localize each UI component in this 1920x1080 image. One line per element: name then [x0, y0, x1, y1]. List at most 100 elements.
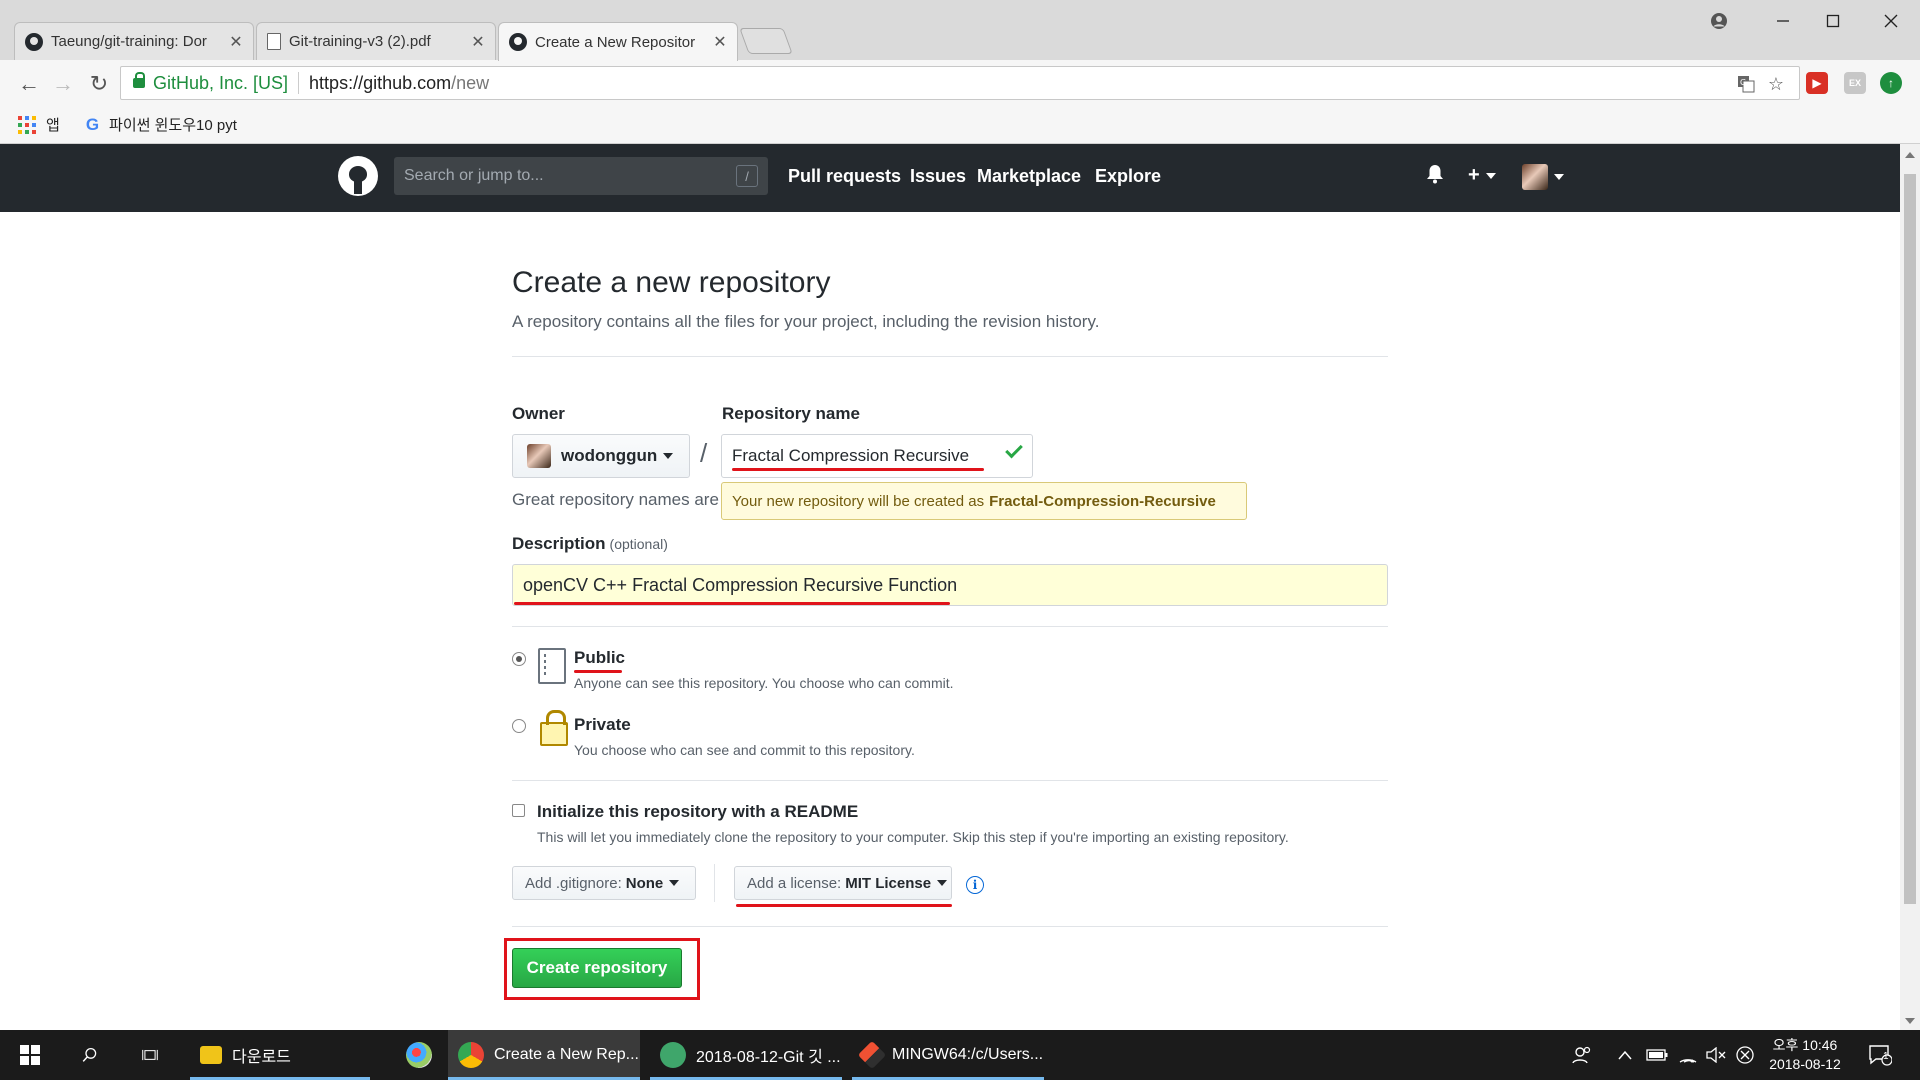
owner-label: Owner [512, 404, 565, 423]
nav-explore[interactable]: Explore [1095, 166, 1161, 187]
lock-icon [540, 710, 568, 746]
license-label: Add a license: [747, 874, 842, 892]
create-repository-button[interactable]: Create repository [512, 948, 682, 988]
bookmark-item[interactable]: 파이썬 윈도우10 pyt [109, 114, 237, 135]
tab-create-repository[interactable]: Create a New Repositor ✕ [498, 22, 738, 61]
init-readme-label[interactable]: Initialize this repository with a README [537, 802, 858, 822]
tab-git-training[interactable]: Taeung/git-training: Dor ✕ [14, 22, 254, 60]
description-input[interactable]: openCV C++ Fractal Compression Recursive… [512, 564, 1388, 606]
maximize-icon[interactable] [1810, 6, 1856, 36]
chevron-up-icon[interactable] [1618, 1030, 1632, 1080]
page-scrollbar[interactable] [1900, 144, 1920, 1030]
owner-value: wodonggun [561, 446, 658, 465]
url-path: /new [451, 72, 490, 93]
taskbar-item-paint[interactable] [396, 1030, 446, 1080]
browser-toolbar: ← → ↻ GitHub, Inc. [US] https://github.c… [0, 60, 1920, 106]
divider [512, 780, 1388, 781]
wifi-icon[interactable] [1678, 1030, 1698, 1080]
nav-issues[interactable]: Issues [910, 166, 966, 187]
divider [512, 926, 1388, 927]
extension-ex-icon[interactable]: EX [1844, 72, 1866, 94]
search-shortcut-key: / [736, 165, 758, 187]
info-icon[interactable]: i [966, 876, 984, 894]
tooltip-repo-name: Fractal-Compression-Recursive [989, 492, 1216, 510]
input-method-icon[interactable] [1736, 1030, 1754, 1080]
lock-icon [133, 72, 145, 88]
page-title: Create a new repository [512, 266, 831, 299]
bell-icon[interactable] [1426, 164, 1444, 184]
svg-text:G: G [1740, 78, 1746, 87]
battery-icon[interactable] [1646, 1030, 1668, 1080]
repo-icon [538, 648, 566, 684]
close-window-icon[interactable] [1868, 6, 1914, 36]
annotation-underline [514, 602, 950, 605]
new-tab-button[interactable] [739, 28, 793, 54]
apps-bookmark-label[interactable]: 앱 [46, 114, 60, 135]
apps-grid-icon[interactable] [18, 115, 36, 134]
search-input[interactable]: Search or jump to... / [394, 157, 768, 195]
system-clock[interactable]: 오후 10:46 2018-08-12 [1760, 1036, 1850, 1074]
private-option-title[interactable]: Private [574, 715, 631, 735]
taskbar-item-chrome[interactable]: Create a New Rep... [448, 1030, 640, 1080]
description-label-text: Description [512, 534, 606, 553]
owner-select[interactable]: wodonggun [512, 434, 690, 478]
nav-pull-requests[interactable]: Pull requests [788, 166, 901, 187]
search-icon[interactable] [72, 1030, 108, 1080]
tab-title: Git-training-v3 (2).pdf [289, 33, 431, 50]
scroll-down-icon[interactable] [1905, 1018, 1915, 1024]
create-new-menu[interactable]: + [1468, 164, 1496, 187]
address-bar[interactable]: GitHub, Inc. [US] https://github.com /ne… [120, 66, 1800, 100]
check-icon [1005, 440, 1023, 459]
chrome-icon [458, 1042, 484, 1068]
repo-name-hint: Great repository names are [512, 490, 719, 509]
nav-marketplace[interactable]: Marketplace [977, 166, 1081, 187]
scroll-up-icon[interactable] [1905, 152, 1915, 158]
document-icon [267, 33, 281, 50]
tab-pdf[interactable]: Git-training-v3 (2).pdf ✕ [256, 22, 496, 60]
windows-start-icon[interactable] [20, 1045, 40, 1065]
init-readme-checkbox[interactable] [512, 804, 525, 817]
public-radio[interactable] [512, 652, 526, 666]
star-icon[interactable]: ☆ [1765, 73, 1787, 95]
forward-arrow-icon[interactable]: → [48, 69, 78, 99]
divider [512, 356, 1388, 357]
people-icon[interactable] [1572, 1030, 1592, 1080]
volume-muted-icon[interactable] [1706, 1030, 1726, 1080]
extension-red-icon[interactable]: ▶ [1806, 72, 1828, 94]
close-icon[interactable]: ✕ [471, 32, 485, 52]
close-icon[interactable]: ✕ [713, 32, 727, 52]
gitignore-select[interactable]: Add .gitignore: None [512, 866, 696, 900]
divider [512, 626, 1388, 627]
github-logo-icon[interactable] [338, 156, 378, 196]
reload-icon[interactable]: ↻ [84, 69, 114, 99]
ev-certificate-label[interactable]: GitHub, Inc. [US] [153, 73, 288, 94]
divider [298, 72, 300, 94]
license-value: MIT License [845, 874, 932, 892]
private-radio[interactable] [512, 719, 526, 733]
public-option-title[interactable]: Public [574, 648, 625, 668]
init-readme-desc: This will let you immediately clone the … [537, 829, 1289, 845]
google-icon: G [85, 114, 100, 134]
minimize-icon[interactable] [1760, 6, 1806, 36]
profile-icon[interactable] [1696, 6, 1742, 36]
close-icon[interactable]: ✕ [229, 32, 243, 52]
url-host: https://github.com [309, 72, 452, 93]
clock-time: 오후 10:46 [1772, 1037, 1838, 1053]
user-menu[interactable] [1522, 164, 1564, 190]
scrollbar-thumb[interactable] [1904, 174, 1916, 904]
taskbar-item-atom[interactable]: 2018-08-12-Git 깃 ... [650, 1030, 842, 1080]
bookmarks-bar: 앱 G 파이썬 윈도우10 pyt [0, 106, 1920, 144]
license-select[interactable]: Add a license: MIT License [734, 866, 952, 900]
notification-center-icon[interactable]: 1 [1868, 1030, 1892, 1080]
annotation-underline [574, 670, 622, 673]
translate-icon[interactable]: G [1735, 73, 1757, 95]
avatar [527, 444, 551, 468]
extension-green-icon[interactable]: ↑ [1880, 72, 1902, 94]
repo-name-input[interactable]: Fractal Compression Recursive [721, 434, 1033, 478]
plus-icon: + [1468, 164, 1480, 186]
back-arrow-icon[interactable]: ← [14, 69, 44, 99]
taskbar-item-downloads[interactable]: 다운로드 [190, 1030, 370, 1080]
repo-name-value: Fractal Compression Recursive [732, 446, 970, 465]
taskbar-item-git-bash[interactable]: MINGW64:/c/Users... [852, 1030, 1044, 1080]
task-view-icon[interactable] [132, 1030, 168, 1080]
